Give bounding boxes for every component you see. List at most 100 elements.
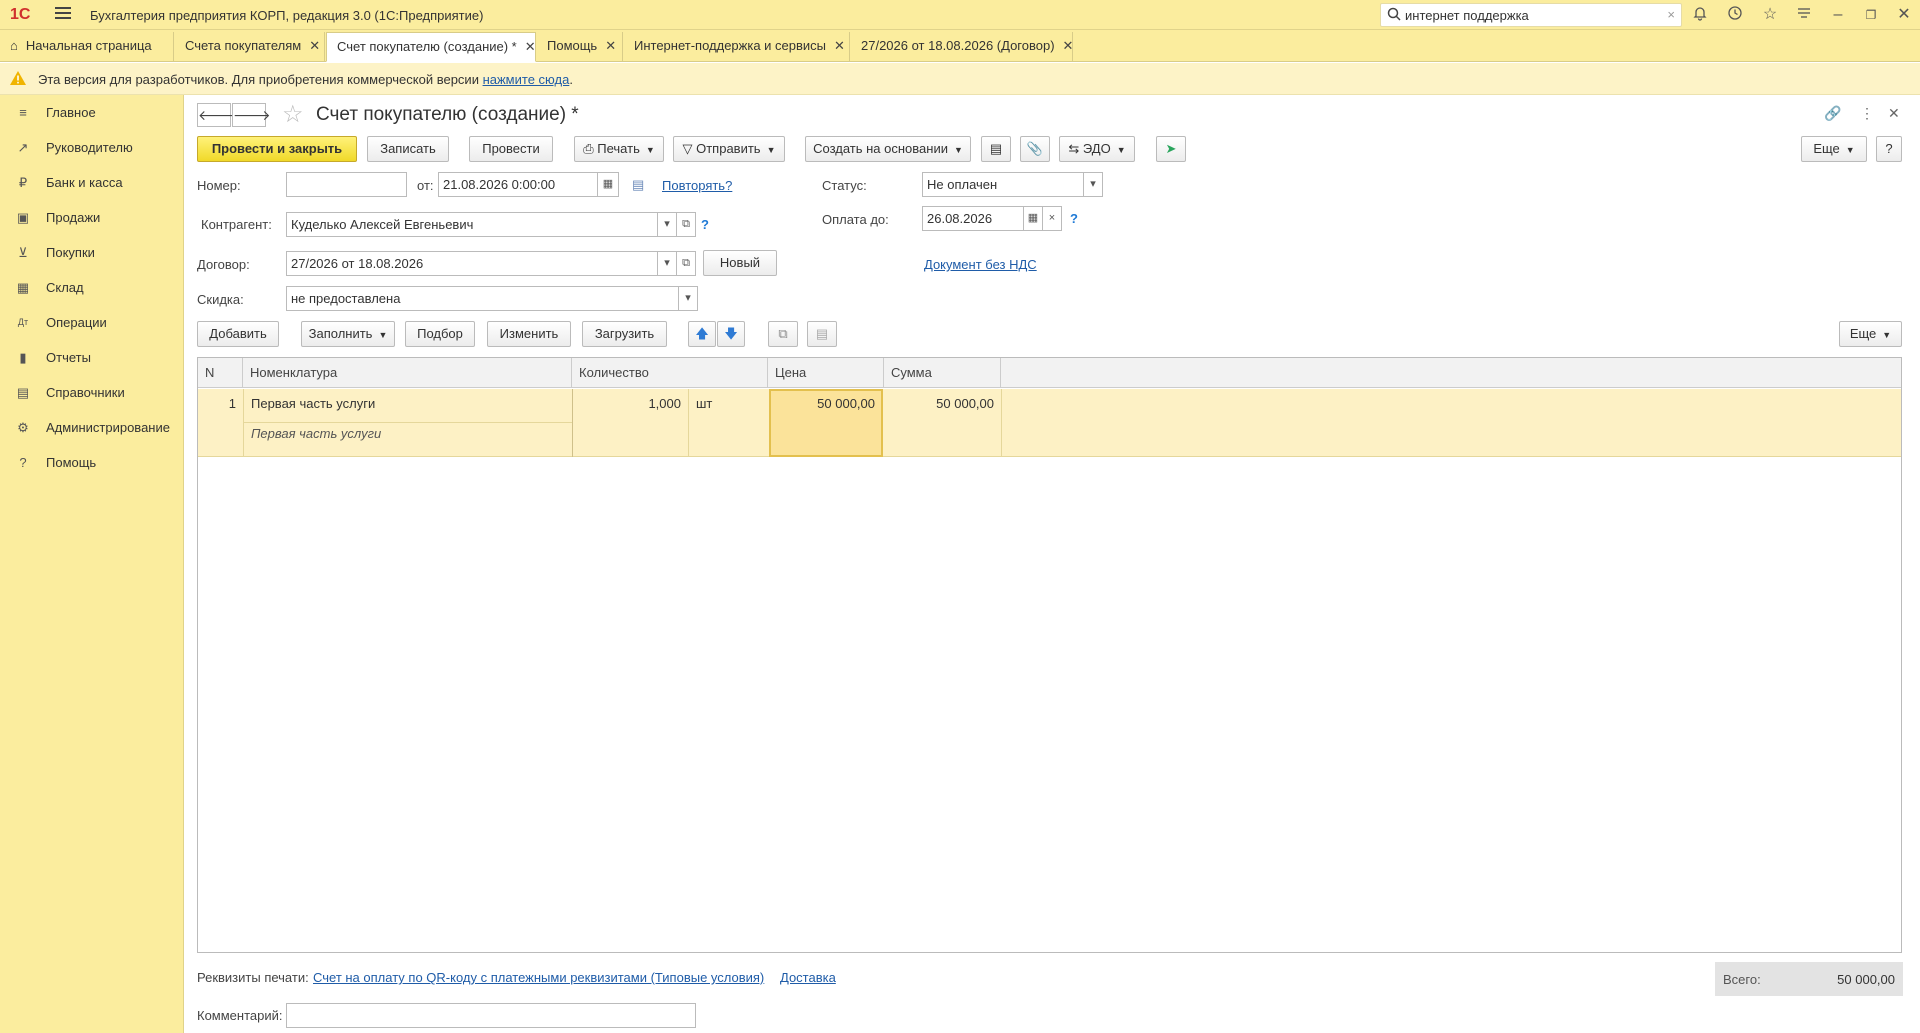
pick-button[interactable]: Подбор: [405, 321, 475, 347]
close-tab-icon[interactable]: ✕: [605, 38, 616, 53]
copy-icon[interactable]: ⧉: [768, 321, 798, 347]
contract-field[interactable]: 27/2026 от 18.08.2026: [286, 251, 658, 276]
status-dropdown-icon[interactable]: ▾: [1083, 172, 1103, 197]
sidebar-item-reports[interactable]: ▮ Отчеты: [0, 340, 184, 375]
close-tab-icon[interactable]: ✕: [525, 39, 536, 54]
clear-search-icon[interactable]: ×: [1667, 7, 1675, 22]
date-field[interactable]: 21.08.2026 0:00:00: [438, 172, 602, 197]
minimize-icon[interactable]: –: [1828, 5, 1848, 25]
counterparty-dropdown-icon[interactable]: ▾: [657, 212, 677, 237]
status-field[interactable]: Не оплачен: [922, 172, 1084, 197]
tab-contract[interactable]: 27/2026 от 18.08.2026 (Договор) ✕: [851, 32, 1073, 62]
post-and-close-button[interactable]: Провести и закрыть: [197, 136, 357, 162]
buy-link[interactable]: нажмите сюда: [483, 72, 570, 87]
sidebar-item-admin[interactable]: ⚙ Администрирование: [0, 410, 184, 445]
tab-help[interactable]: Помощь ✕: [537, 32, 623, 62]
move-up-icon[interactable]: 🡅: [688, 321, 716, 347]
close-form-icon[interactable]: ✕: [1888, 105, 1900, 122]
paste-icon[interactable]: ▤: [807, 321, 837, 347]
comment-field[interactable]: [286, 1003, 696, 1028]
post-button[interactable]: Провести: [469, 136, 553, 162]
forward-button[interactable]: 🡒: [232, 103, 271, 127]
sidebar-item-references[interactable]: ▤ Справочники: [0, 375, 184, 410]
contract-dropdown-icon[interactable]: ▾: [657, 251, 677, 276]
search-input[interactable]: интернет поддержка: [1405, 8, 1529, 23]
vat-link[interactable]: Документ без НДС: [924, 257, 1037, 272]
create-based-on-button[interactable]: Создать на основании ▼: [805, 136, 971, 162]
row-item[interactable]: Первая часть услуги: [251, 396, 375, 411]
fill-button[interactable]: Заполнить ▼: [301, 321, 395, 347]
counterparty-field[interactable]: Куделько Алексей Евгеньевич: [286, 212, 658, 237]
tab-customer-invoices[interactable]: Счета покупателям ✕: [175, 32, 325, 62]
table-row[interactable]: 1 Первая часть услуги Первая часть услуг…: [198, 389, 1901, 457]
pay-until-help-icon[interactable]: ?: [1070, 211, 1078, 226]
discount-field[interactable]: не предоставлена: [286, 286, 679, 311]
search-box[interactable]: интернет поддержка ×: [1380, 3, 1682, 27]
counterparty-open-icon[interactable]: ⧉: [676, 212, 696, 237]
history-icon[interactable]: [1725, 5, 1745, 25]
row-item-description[interactable]: Первая часть услуги: [251, 426, 381, 441]
sidebar-item-help[interactable]: ? Помощь: [0, 445, 184, 480]
pay-until-field[interactable]: 26.08.2026: [922, 206, 1024, 231]
functions-menu-icon[interactable]: [1794, 5, 1814, 25]
discount-dropdown-icon[interactable]: ▾: [678, 286, 698, 311]
column-header-item[interactable]: Номенклатура: [243, 358, 572, 388]
sidebar-item-main[interactable]: ≡ Главное: [0, 95, 184, 130]
structure-icon[interactable]: ▤: [981, 136, 1011, 162]
tab-invoice-create[interactable]: Счет покупателю (создание) * ✕: [326, 32, 536, 62]
sidebar-item-label: Помощь: [46, 455, 97, 470]
close-window-icon[interactable]: ✕: [1894, 5, 1914, 25]
send-button[interactable]: ▽ Отправить ▼: [673, 136, 785, 162]
sidebar-item-sales[interactable]: ▣ Продажи: [0, 200, 184, 235]
column-header-qty[interactable]: Количество: [572, 358, 768, 388]
attachment-icon[interactable]: 📎: [1020, 136, 1050, 162]
sidebar-item-warehouse[interactable]: ▦ Склад: [0, 270, 184, 305]
link-icon[interactable]: 🔗: [1824, 105, 1841, 122]
add-row-button[interactable]: Добавить: [197, 321, 279, 347]
back-button[interactable]: 🡐: [197, 103, 236, 127]
save-button[interactable]: Записать: [367, 136, 449, 162]
column-header-price[interactable]: Цена: [768, 358, 884, 388]
favorites-icon[interactable]: ☆: [1760, 5, 1780, 25]
tab-internet-support[interactable]: Интернет-поддержка и сервисы ✕: [624, 32, 850, 62]
change-button[interactable]: Изменить: [487, 321, 571, 347]
move-down-icon[interactable]: 🡇: [717, 321, 745, 347]
load-button[interactable]: Загрузить: [582, 321, 667, 347]
row-price[interactable]: 50 000,00: [769, 396, 875, 411]
main-menu-icon[interactable]: [55, 7, 71, 21]
tab-home[interactable]: ⌂ Начальная страница: [0, 32, 174, 62]
repeat-link[interactable]: Повторять?: [662, 178, 732, 193]
more-actions-icon[interactable]: ⋮: [1860, 105, 1874, 122]
bell-icon[interactable]: [1690, 5, 1710, 25]
column-header-n[interactable]: N: [198, 358, 243, 388]
edo-button[interactable]: ⇆ ЭДО ▼: [1059, 136, 1135, 162]
print-props-link[interactable]: Счет на оплату по QR-коду с платежными р…: [313, 970, 764, 985]
sidebar-item-operations[interactable]: Дт Операции: [0, 305, 184, 340]
close-tab-icon[interactable]: ✕: [834, 38, 845, 53]
calendar-icon[interactable]: ▦: [1023, 206, 1043, 231]
delivery-link[interactable]: Доставка: [780, 970, 836, 985]
goods-table[interactable]: N Номенклатура Количество Цена Сумма 1 П…: [197, 357, 1902, 953]
sidebar-item-management[interactable]: ↗ Руководителю: [0, 130, 184, 165]
more-button[interactable]: Еще ▼: [1801, 136, 1867, 162]
new-contract-button[interactable]: Новый: [703, 250, 777, 276]
clear-date-icon[interactable]: ×: [1042, 206, 1062, 231]
number-field[interactable]: [286, 172, 407, 197]
row-qty[interactable]: 1,000: [573, 396, 681, 411]
calendar-icon[interactable]: ▦: [597, 172, 619, 197]
help-button[interactable]: ?: [1876, 136, 1902, 162]
close-tab-icon[interactable]: ✕: [1063, 38, 1074, 53]
print-button[interactable]: ⎙ Печать ▼: [574, 136, 664, 162]
favorite-star-icon[interactable]: ☆: [282, 100, 304, 129]
sidebar-item-purchases[interactable]: ⊻ Покупки: [0, 235, 184, 270]
restore-icon[interactable]: ❐: [1861, 5, 1881, 25]
send-arrow-icon[interactable]: ➤: [1156, 136, 1186, 162]
table-more-button[interactable]: Еще ▼: [1839, 321, 1902, 347]
counterparty-help-icon[interactable]: ?: [701, 217, 709, 232]
row-unit[interactable]: шт: [696, 396, 712, 411]
contract-open-icon[interactable]: ⧉: [676, 251, 696, 276]
column-header-sum[interactable]: Сумма: [884, 358, 1001, 388]
sidebar-item-bank[interactable]: ₽ Банк и касса: [0, 165, 184, 200]
row-number: 1: [228, 396, 236, 411]
close-tab-icon[interactable]: ✕: [309, 38, 320, 53]
